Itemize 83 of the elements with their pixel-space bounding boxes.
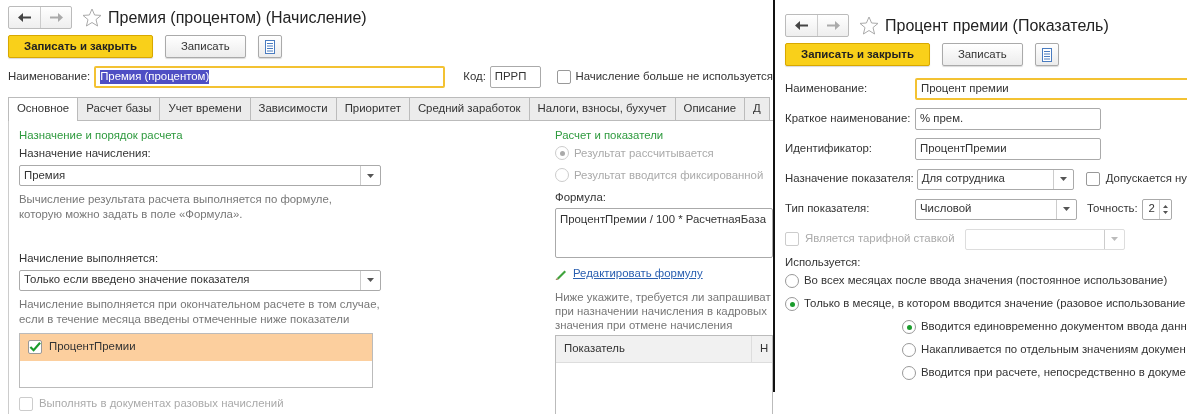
caret-icon [1063, 207, 1070, 211]
radio-label: Вводится единовременно документом ввода данн [921, 320, 1187, 335]
dropdown-field[interactable]: Числовой [915, 198, 1077, 220]
field-label: Код: [463, 70, 486, 84]
field-label: Назначение показателя: [785, 172, 914, 186]
radio-button[interactable] [785, 297, 799, 312]
precision-spinner[interactable]: 2 [1141, 198, 1172, 220]
save-button[interactable]: Записать [164, 35, 246, 58]
checkbox[interactable] [1085, 172, 1100, 186]
hint-text: Начисление выполняется при окончательном расчете в том случае, если в течение месяца введены отмеченные ниже показатели [19, 296, 381, 327]
more-menu-button[interactable] [257, 35, 282, 58]
text-field[interactable]: ПроцентПремии [915, 138, 1101, 160]
section-heading: Расчет и показатели [555, 128, 665, 143]
code-field[interactable]: ПРРП [489, 66, 542, 88]
save-and-close-button[interactable]: Записать и закрыть [8, 35, 153, 58]
caret-icon [1110, 237, 1118, 241]
radio-label: Во всех месяцах после ввода значения (постоянное использование) [804, 274, 1168, 289]
field-label: Точность: [1087, 202, 1138, 216]
checkbox[interactable] [28, 340, 42, 355]
checkbox-label: Начисление больше не используется [575, 70, 773, 84]
tab[interactable]: Приоритет [335, 97, 410, 120]
name-field[interactable]: Премия (процентом) [94, 66, 446, 88]
window-title: Процент премии (Показатель) [885, 15, 1109, 36]
column-header[interactable]: Н [752, 335, 769, 362]
edit-formula-link[interactable]: Редактировать формулу [573, 267, 703, 281]
field-label: Назначение начисления: [19, 147, 152, 162]
list-icon [264, 39, 275, 54]
tab[interactable]: Д [744, 97, 770, 120]
tab[interactable]: Расчет базы [77, 97, 161, 120]
tab[interactable]: Основное [8, 97, 79, 121]
section-heading: Назначение и порядок расчета [19, 128, 184, 143]
back-arrow-icon [18, 13, 31, 22]
field-label: Используется: [785, 256, 862, 270]
radio-button[interactable] [902, 343, 916, 358]
column-header[interactable]: Показатель [556, 335, 752, 362]
list-item-label: ПроцентПремии [49, 340, 136, 355]
dropdown-field[interactable]: Только если введено значение показателя [19, 269, 381, 291]
caret-icon [1059, 177, 1067, 181]
back-arrow-icon [795, 21, 808, 30]
tab[interactable]: Описание [674, 97, 745, 120]
forward-arrow-icon [826, 21, 840, 30]
radio-label: Результат рассчитывается [574, 146, 714, 161]
checkbox-label: Выполнять в документах разовых начислений [39, 396, 284, 411]
checkbox-label: Допускается ну [1105, 172, 1187, 186]
list-row[interactable]: ПроцентПремии [20, 333, 372, 361]
tab[interactable]: Средний заработок [408, 97, 530, 120]
radio-label: Результат вводится фиксированной [574, 168, 764, 183]
star-icon[interactable] [859, 16, 879, 35]
star-icon[interactable] [82, 8, 102, 27]
text-field[interactable]: % прем. [915, 108, 1101, 130]
caret-icon [367, 173, 374, 178]
text-field[interactable]: Процент премии [915, 78, 1187, 100]
checkbox[interactable] [557, 70, 572, 84]
save-and-close-button[interactable]: Записать и закрыть [785, 43, 930, 66]
field-label: Наименование: [785, 82, 869, 96]
tab[interactable]: Зависимости [249, 97, 337, 120]
more-menu-button[interactable] [1034, 43, 1059, 66]
field-label: Краткое наименование: [785, 112, 912, 126]
radio-label: Накапливается по отдельным значениям докумен [921, 343, 1186, 358]
radio-button[interactable] [785, 274, 799, 289]
checkbox-label: Является тарифной ставкой [805, 232, 955, 246]
dropdown-field[interactable]: Для сотрудника [916, 168, 1074, 190]
radio-label: Только в месяце, в котором вводится значение (разовое использование [804, 297, 1186, 312]
forward-arrow-icon [49, 13, 63, 22]
field-label: Тип показателя: [785, 202, 871, 216]
spin-arrows-icon [1162, 204, 1168, 214]
tab[interactable]: Учет времени [159, 97, 251, 120]
field-label: Идентификатор: [785, 142, 873, 156]
tab[interactable]: Налоги, взносы, бухучет [528, 97, 676, 120]
hint-text: Ниже укажите, требуется ли запрашиват при назначении начисления в кадровых значения при отмене начисления [555, 289, 772, 332]
field-label: Формула: [555, 191, 607, 206]
field-label: Начисление выполняется: [19, 252, 160, 266]
save-button[interactable]: Записать [941, 43, 1023, 66]
radio-button[interactable] [902, 366, 916, 381]
hint-text: Вычисление результата расчета выполняется по формуле, которую можно задать в поле «Формула». [19, 192, 333, 223]
list-icon [1041, 47, 1052, 62]
formula-field[interactable]: ПроцентПремии / 100 * РасчетнаяБаза [555, 208, 773, 259]
radio-label: Вводится при расчете, непосредственно в докуме [921, 366, 1186, 381]
field-label: Наименование: [8, 70, 91, 84]
radio-button[interactable] [902, 320, 916, 335]
window-title: Премия (процентом) (Начисление) [108, 7, 367, 28]
caret-icon [367, 278, 374, 283]
dropdown-field[interactable]: Премия [19, 165, 381, 187]
